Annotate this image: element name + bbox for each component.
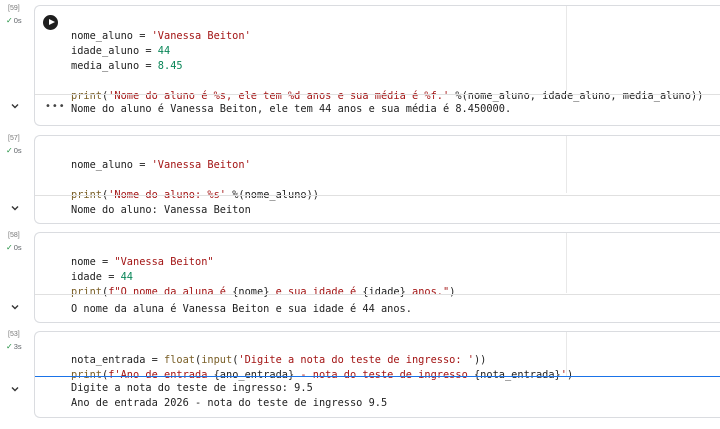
code-line: nota_entrada = float(input('Digite a not… [71,354,487,366]
execution-count: [59] [8,5,20,12]
check-icon: ✓ [6,243,13,252]
output-area: Digite a nota do teste de ingresso: 9.5 … [11,377,720,417]
more-horizontal-icon[interactable]: ••• [45,101,66,112]
execution-count: [58] [8,232,20,239]
output-line: Ano de entrada 2026 - nota do teste de i… [71,397,388,409]
cell-container[interactable]: nota_entrada = float(input('Digite a not… [11,331,720,418]
chevron-down-icon[interactable] [11,204,19,212]
cell-container[interactable]: nome = "Vanessa Beiton" idade = 44 print… [11,232,720,323]
code-editor[interactable]: nome = "Vanessa Beiton" idade = 44 print… [71,240,455,300]
output-text: Digite a nota do teste de ingresso: 9.5 … [71,381,387,411]
ruler-line [566,136,567,193]
chevron-down-icon[interactable] [11,303,19,311]
check-icon: ✓ [6,146,13,155]
ruler-line [566,233,567,293]
check-icon: ✓ [6,16,13,25]
output-area: Nome do aluno: Vanessa Beiton [11,195,720,224]
code-editor[interactable]: nome_aluno = 'Vanessa Beiton' print('Nom… [71,143,319,203]
code-line: nome = "Vanessa Beiton" [71,256,214,268]
chevron-down-icon[interactable] [11,102,19,110]
notebook-cell[interactable]: [53] ✓3s nota_entrada = float(input('Dig… [0,331,720,421]
output-text: O nome da aluna é Vanessa Beiton e sua i… [71,303,412,315]
output-text: Nome do aluno: Vanessa Beiton [71,204,251,216]
check-icon: ✓ [6,342,13,351]
code-line: idade = 44 [71,271,134,283]
execution-count: [53] [8,331,20,338]
code-line: idade_aluno = 44 [71,45,171,57]
output-area: O nome da aluna é Vanessa Beiton e sua i… [11,294,720,323]
code-line: nome_aluno = 'Vanessa Beiton' [71,159,251,171]
execution-time: ✓0s [6,16,22,25]
output-text: Nome do aluno é Vanessa Beiton, ele tem … [71,103,512,115]
execution-time: ✓3s [6,342,22,351]
execution-time: ✓0s [6,243,22,252]
chevron-down-icon[interactable] [11,385,19,393]
play-icon[interactable] [43,15,58,30]
output-line: Digite a nota do teste de ingresso: 9.5 [71,382,313,394]
code-editor[interactable]: nome_aluno = 'Vanessa Beiton' idade_alun… [71,14,703,104]
cell-container[interactable]: nome_aluno = 'Vanessa Beiton' idade_alun… [11,5,720,126]
output-area: ••• Nome do aluno é Vanessa Beiton, ele … [11,94,720,125]
cell-container[interactable]: nome_aluno = 'Vanessa Beiton' print('Nom… [11,135,720,224]
notebook-cell[interactable]: [59] ✓0s nome_aluno = 'Vanessa Beiton' i… [0,5,720,126]
notebook-cell[interactable]: [57] ✓0s nome_aluno = 'Vanessa Beiton' p… [0,135,720,225]
execution-time: ✓0s [6,146,22,155]
code-line: nome_aluno = 'Vanessa Beiton' [71,30,251,42]
code-line: media_aluno = 8.45 [71,60,183,72]
execution-count: [57] [8,135,20,142]
notebook-cell[interactable]: [58] ✓0s nome = "Vanessa Beiton" idade =… [0,232,720,324]
